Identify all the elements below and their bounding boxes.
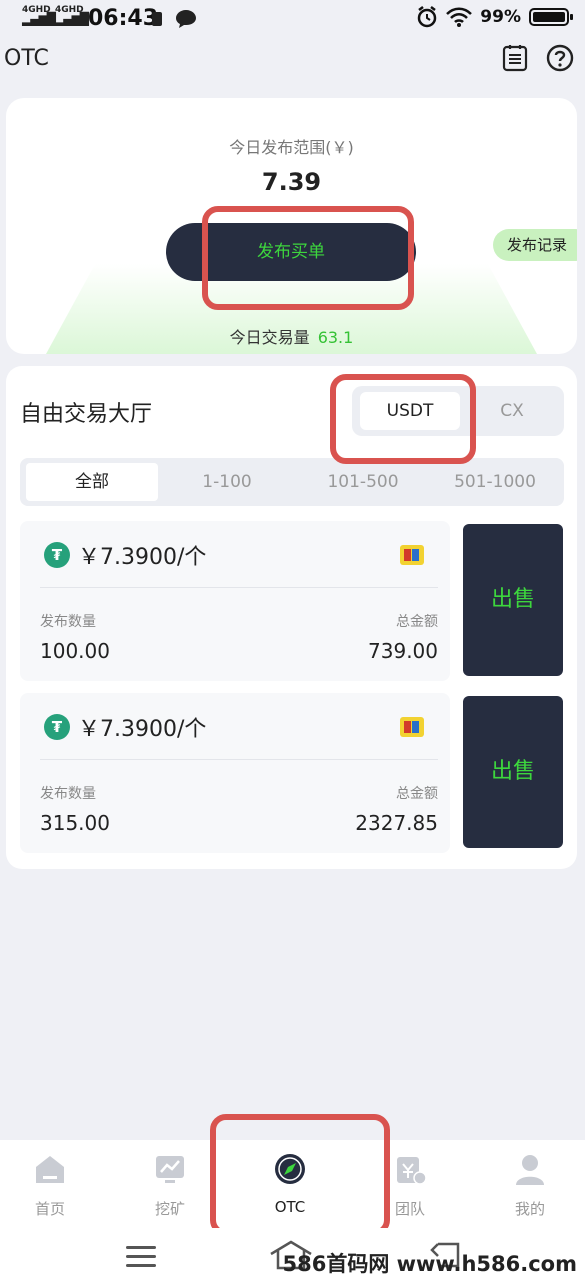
range-tab-1-100[interactable]: 1-100 bbox=[160, 463, 294, 501]
amount-label: 总金额 bbox=[396, 614, 438, 630]
hall-title: 自由交易大厅 bbox=[20, 402, 153, 427]
qty-value: 315.00 bbox=[40, 811, 110, 835]
app-header: OTC bbox=[0, 38, 585, 90]
range-value: 7.39 bbox=[261, 168, 322, 196]
status-right: 99% bbox=[416, 6, 573, 28]
watermark: 586首码网 www.h586.com bbox=[282, 1252, 577, 1276]
amount-value: 739.00 bbox=[368, 639, 438, 663]
coin-tab-cx[interactable]: CX bbox=[464, 392, 560, 430]
range-tab-101-500[interactable]: 101-500 bbox=[296, 463, 430, 501]
home-icon bbox=[36, 1156, 64, 1183]
status-bar: 4GHD ▂▄▆█ 4GHD ▂▄▆█ 06:43 99% bbox=[0, 0, 585, 38]
mining-icon bbox=[156, 1156, 184, 1183]
offer-card: ₮ ￥7.3900/个 发布数量 总金额 315.00 2327.85 bbox=[20, 693, 450, 853]
system-nav-bar: 586首码网 www.h586.com bbox=[0, 1228, 585, 1285]
offer-price: ￥7.3900/个 bbox=[78, 545, 207, 570]
orders-icon[interactable] bbox=[501, 44, 529, 72]
publish-record-button[interactable]: 发布记录 bbox=[493, 229, 577, 261]
battery-percent: 99% bbox=[480, 7, 521, 27]
range-tab-501-1000[interactable]: 501-1000 bbox=[428, 463, 562, 501]
wifi-icon bbox=[446, 7, 473, 27]
signal-sim1: 4GHD ▂▄▆█ bbox=[22, 6, 56, 26]
tether-icon: ₮ bbox=[44, 542, 70, 568]
qty-value: 100.00 bbox=[40, 639, 110, 663]
alarm-icon bbox=[418, 6, 437, 28]
profile-icon bbox=[516, 1155, 544, 1185]
nav-label: 首页 bbox=[34, 1200, 65, 1218]
bank-card-icon bbox=[400, 545, 424, 565]
signal-bars-icon: ▂▄▆█ bbox=[55, 12, 89, 26]
divider bbox=[40, 759, 438, 760]
nav-item-home[interactable]: 首页 bbox=[0, 1152, 100, 1219]
offer-header: ₮ ￥7.3900/个 bbox=[44, 711, 206, 743]
volume-value: 63.1 bbox=[317, 328, 354, 347]
today-volume: 今日交易量 63.1 bbox=[6, 324, 577, 348]
tether-icon: ₮ bbox=[44, 714, 70, 740]
help-icon[interactable] bbox=[546, 44, 574, 72]
sell-button[interactable]: 出售 bbox=[463, 524, 563, 676]
message-icon bbox=[176, 10, 196, 28]
offer-header: ₮ ￥7.3900/个 bbox=[44, 539, 206, 571]
qty-label: 发布数量 bbox=[40, 614, 96, 630]
battery-icon bbox=[529, 8, 573, 26]
amount-value: 2327.85 bbox=[355, 811, 438, 835]
menu-icon[interactable] bbox=[126, 1246, 156, 1268]
offer-price: ￥7.3900/个 bbox=[78, 717, 207, 742]
status-time: 06:43 bbox=[88, 6, 159, 31]
sim-card-icon bbox=[152, 12, 162, 26]
qty-label: 发布数量 bbox=[40, 786, 96, 802]
team-icon bbox=[397, 1157, 427, 1185]
annotation-box bbox=[210, 1114, 390, 1236]
range-label: 今日发布范围(￥) bbox=[229, 138, 354, 157]
bank-card-icon bbox=[400, 717, 424, 737]
signal-bars-icon: ▂▄▆█ bbox=[22, 12, 56, 26]
sell-button[interactable]: 出售 bbox=[463, 696, 563, 848]
divider bbox=[40, 587, 438, 588]
offer-card: ₮ ￥7.3900/个 发布数量 总金额 100.00 739.00 bbox=[20, 521, 450, 681]
page-title: OTC bbox=[4, 46, 49, 71]
signal-sim2: 4GHD ▂▄▆█ bbox=[55, 6, 89, 26]
annotation-box bbox=[202, 206, 414, 310]
annotation-box bbox=[330, 374, 476, 464]
volume-label: 今日交易量 bbox=[229, 328, 310, 347]
nav-item-mining[interactable]: 挖矿 bbox=[120, 1152, 220, 1219]
range-tab-all[interactable]: 全部 bbox=[26, 463, 158, 501]
amount-label: 总金额 bbox=[396, 786, 438, 802]
trade-hall-card: 自由交易大厅 USDT CX 全部 1-100 101-500 501-1000… bbox=[6, 366, 577, 869]
nav-label: 挖矿 bbox=[154, 1200, 185, 1218]
range-tabs: 全部 1-100 101-500 501-1000 bbox=[20, 458, 564, 506]
nav-item-profile[interactable]: 我的 bbox=[480, 1152, 580, 1219]
nav-label: 我的 bbox=[514, 1200, 545, 1218]
